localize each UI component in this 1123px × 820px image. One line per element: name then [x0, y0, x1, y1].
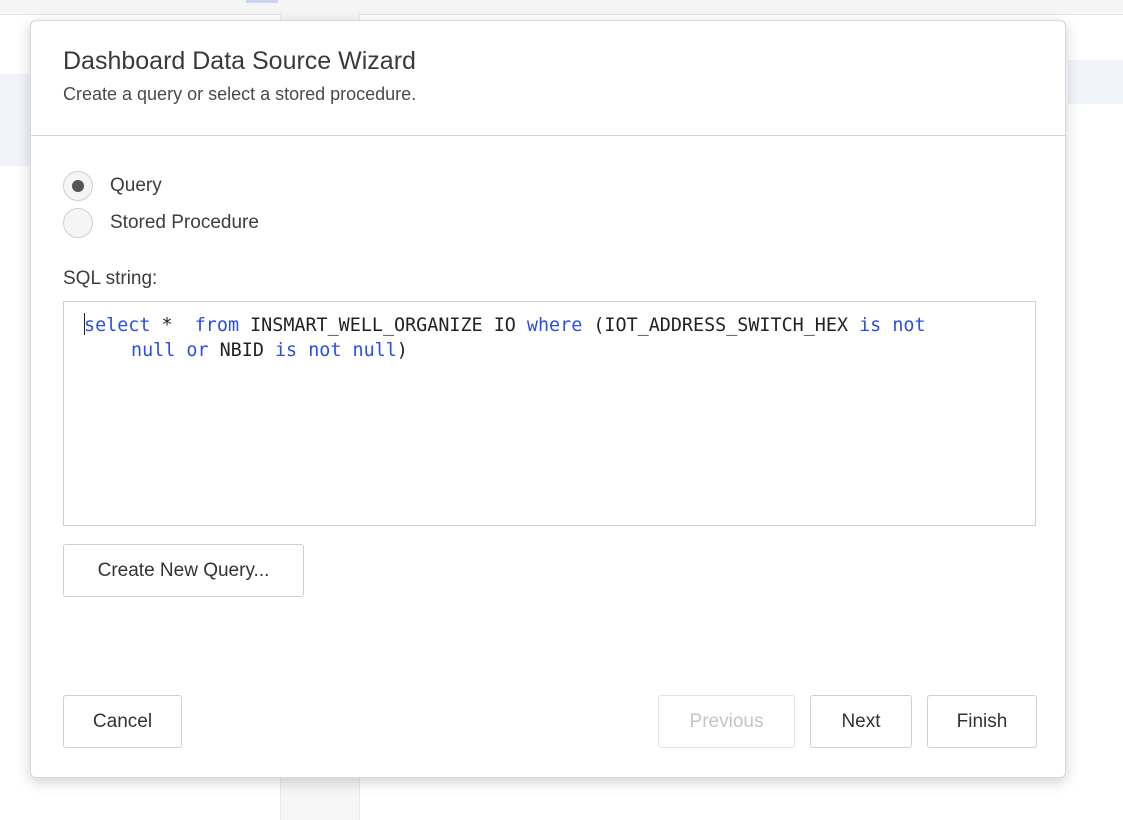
- sql-keyword: where: [526, 315, 583, 336]
- next-button[interactable]: Next: [810, 695, 912, 748]
- sql-line-1: select * from INSMART_WELL_ORGANIZE IO w…: [84, 313, 1015, 338]
- sql-keyword: select: [84, 315, 151, 336]
- sql-keyword: or: [186, 340, 209, 361]
- sql-keyword: is: [859, 315, 882, 336]
- sql-line-2: null or NBID is not null): [84, 338, 1015, 363]
- background-top-bar: [0, 0, 1123, 15]
- dialog-title: Dashboard Data Source Wizard: [63, 47, 416, 75]
- sql-text: INSMART_WELL_ORGANIZE IO: [239, 315, 527, 336]
- sql-text: (IOT_ADDRESS_SWITCH_HEX: [582, 315, 860, 336]
- sql-text: NBID: [208, 340, 275, 361]
- sql-keyword: null: [131, 340, 176, 361]
- sql-keyword: not: [892, 315, 926, 336]
- cancel-button[interactable]: Cancel: [63, 695, 182, 748]
- radio-query-label: Query: [110, 175, 162, 196]
- background-selected-row: [0, 74, 30, 166]
- sql-keyword: not: [308, 340, 342, 361]
- background-tab-indicator: [246, 0, 278, 3]
- finish-button[interactable]: Finish: [927, 695, 1037, 748]
- create-new-query-button[interactable]: Create New Query...: [63, 544, 304, 597]
- radio-query-indicator[interactable]: [63, 171, 93, 201]
- sql-keyword: from: [194, 315, 240, 336]
- dialog-subtitle: Create a query or select a stored proced…: [63, 84, 417, 104]
- data-source-wizard-dialog: Dashboard Data Source Wizard Create a qu…: [30, 20, 1066, 778]
- sql-string-editor[interactable]: select * from INSMART_WELL_ORGANIZE IO w…: [63, 301, 1036, 526]
- dialog-header: Dashboard Data Source Wizard Create a qu…: [31, 21, 1065, 136]
- radio-stored-procedure-label: Stored Procedure: [110, 212, 259, 233]
- radio-query[interactable]: Query: [63, 170, 162, 202]
- sql-text: ): [396, 340, 408, 361]
- sql-keyword: is: [274, 340, 298, 361]
- previous-button: Previous: [658, 695, 795, 748]
- sql-string-label: SQL string:: [63, 268, 158, 289]
- sql-text: *: [150, 315, 195, 336]
- radio-stored-procedure[interactable]: Stored Procedure: [63, 207, 259, 239]
- background-highlight-row: [1068, 60, 1123, 104]
- sql-keyword: null: [352, 340, 397, 361]
- radio-stored-procedure-indicator[interactable]: [63, 208, 93, 238]
